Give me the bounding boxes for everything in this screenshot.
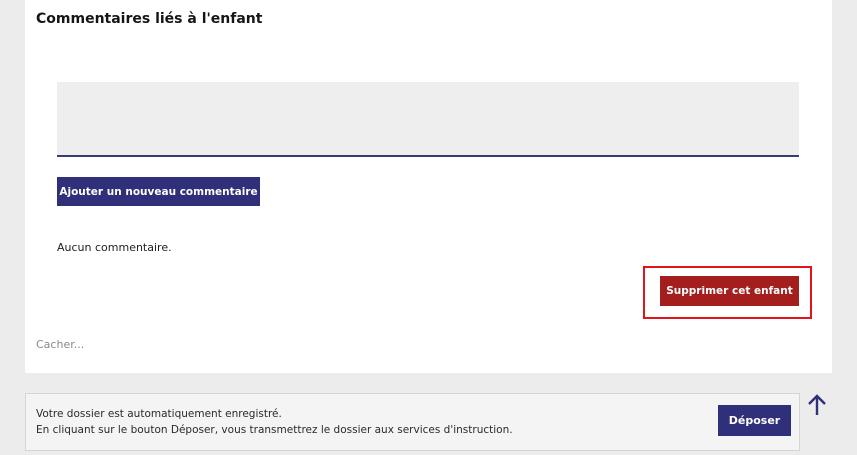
section-title: Commentaires liés à l'enfant	[36, 11, 263, 27]
hide-link[interactable]: Cacher...	[36, 338, 84, 351]
comment-input[interactable]	[57, 82, 799, 157]
arrow-up-icon[interactable]	[805, 392, 829, 418]
autosave-notice: Votre dossier est automatiquement enregi…	[36, 408, 282, 420]
submit-footer-bar: Votre dossier est automatiquement enregi…	[25, 393, 800, 451]
add-comment-button[interactable]: Ajouter un nouveau commentaire	[57, 177, 260, 206]
delete-child-button[interactable]: Supprimer cet enfant	[660, 276, 799, 306]
no-comment-text: Aucun commentaire.	[57, 241, 172, 254]
child-comments-card: Commentaires liés à l'enfant Ajouter un …	[25, 0, 832, 373]
submit-button[interactable]: Déposer	[718, 405, 791, 436]
submit-notice: En cliquant sur le bouton Déposer, vous …	[36, 424, 513, 436]
